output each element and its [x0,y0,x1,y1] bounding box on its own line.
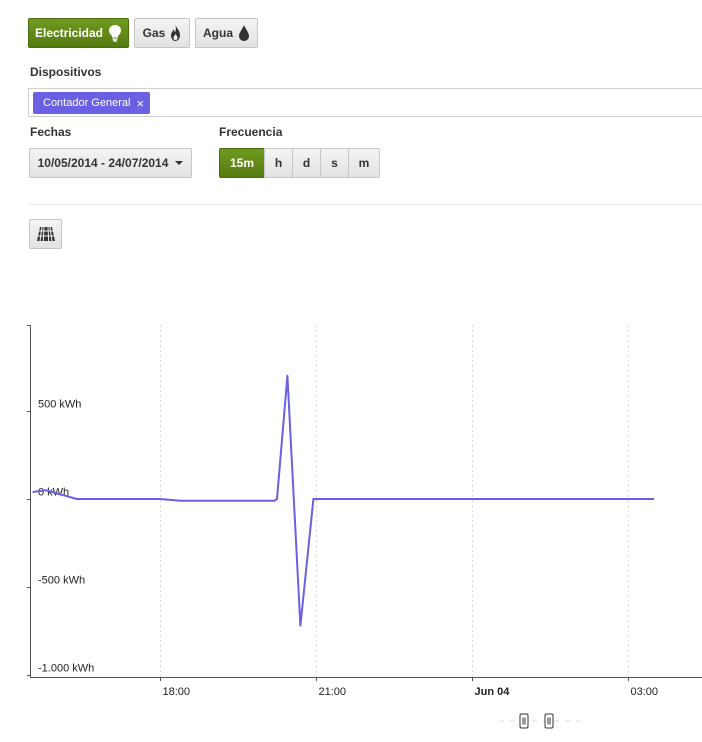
gas-button[interactable]: Gas [134,18,190,48]
frequency-option-d[interactable]: d [292,148,321,178]
range-navigator[interactable] [495,711,595,731]
device-tag-label: Contador General [43,97,131,109]
frequency-selector: 15m h d s m [219,148,380,178]
electricity-button[interactable]: Electricidad [28,18,129,48]
y-tick-label-2: -500 kWh [38,575,85,587]
water-label: Agua [203,26,233,40]
frequency-option-15m[interactable]: 15m [219,148,265,178]
table-view-button[interactable] [29,219,62,249]
flame-icon [171,25,181,41]
series-line [32,374,654,627]
frequency-option-h[interactable]: h [264,148,293,178]
divider [28,204,702,205]
grid-table-icon [36,226,55,242]
gas-label: Gas [142,26,166,40]
y-tick-label-3: -1.000 kWh [38,663,94,675]
dates-label: Fechas [30,125,72,139]
date-range-value: 10/05/2014 - 24/07/2014 [37,156,169,170]
x-tick-label-3: 03:00 [631,686,659,698]
devices-input[interactable]: Contador General × [28,88,702,117]
frequency-label: Frecuencia [219,125,283,139]
y-tick-label-0: 500 kWh [38,399,81,411]
water-drop-icon [239,25,249,41]
water-button[interactable]: Agua [195,18,258,48]
frequency-option-m[interactable]: m [348,148,380,178]
lightbulb-icon [109,25,122,42]
electricity-label: Electricidad [34,26,104,40]
x-tick-label-0: 18:00 [163,686,191,698]
navigator-handle-right[interactable] [544,713,554,729]
close-icon[interactable]: × [136,97,144,110]
devices-label: Dispositivos [30,65,102,79]
navigator-handle-left[interactable] [519,713,529,729]
device-tag: Contador General × [33,92,151,114]
y-tick-label-1: 0 kWh [38,487,69,499]
date-range-button[interactable]: 10/05/2014 - 24/07/2014 [29,148,192,178]
x-tick-label-2: Jun 04 [475,686,511,698]
caret-down-icon [175,161,184,165]
frequency-option-s[interactable]: s [320,148,349,178]
x-tick-label-1: 21:00 [319,686,347,698]
